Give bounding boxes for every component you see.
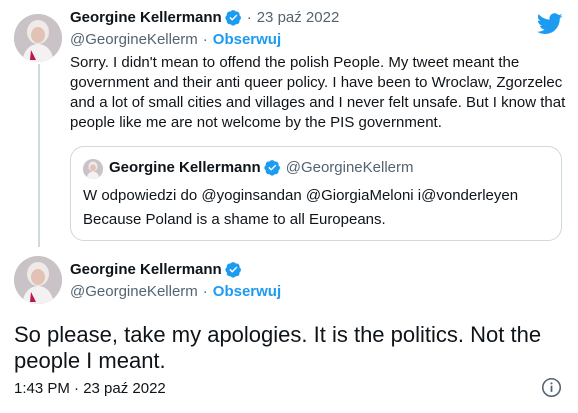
verified-badge-icon — [225, 261, 242, 278]
separator-dot: · — [202, 283, 208, 300]
thread-line — [38, 64, 40, 247]
follow-button[interactable]: Obserwuj — [213, 283, 281, 300]
info-icon[interactable] — [541, 377, 562, 398]
tweet-text: So please, take my apologies. It is the … — [14, 322, 542, 373]
avatar[interactable] — [14, 256, 62, 304]
author-name[interactable]: Georgine Kellermann — [70, 9, 222, 26]
separator-dot: · — [246, 9, 252, 26]
tweet-text: Sorry. I didn't mean to offend the polis… — [70, 54, 566, 131]
verified-badge-icon — [264, 159, 281, 176]
verified-badge-icon — [225, 9, 242, 26]
avatar[interactable] — [83, 159, 103, 179]
author-handle[interactable]: @GeorgineKellerm — [70, 31, 198, 48]
reply-to-line: W odpowiedzi do @yoginsandan @GiorgiaMel… — [83, 187, 519, 204]
tweet-timestamp[interactable]: 1:43 PM · 23 paź 2022 — [14, 379, 166, 399]
tweet-date[interactable]: 23 paź 2022 — [257, 9, 340, 26]
follow-button[interactable]: Obserwuj — [213, 31, 281, 48]
separator-dot: · — [202, 31, 208, 48]
quoted-author-name[interactable]: Georgine Kellermann — [109, 159, 261, 176]
author-handle[interactable]: @GeorgineKellerm — [70, 283, 198, 300]
quoted-tweet[interactable]: Georgine Kellermann @GeorgineKellerm W o… — [70, 146, 562, 241]
quoted-tweet-text: Because Poland is a shame to all Europea… — [83, 211, 386, 228]
quoted-author-handle[interactable]: @GeorgineKellerm — [286, 159, 414, 176]
twitter-bird-icon[interactable] — [537, 13, 563, 35]
author-name[interactable]: Georgine Kellermann — [70, 261, 222, 278]
avatar[interactable] — [14, 14, 62, 62]
